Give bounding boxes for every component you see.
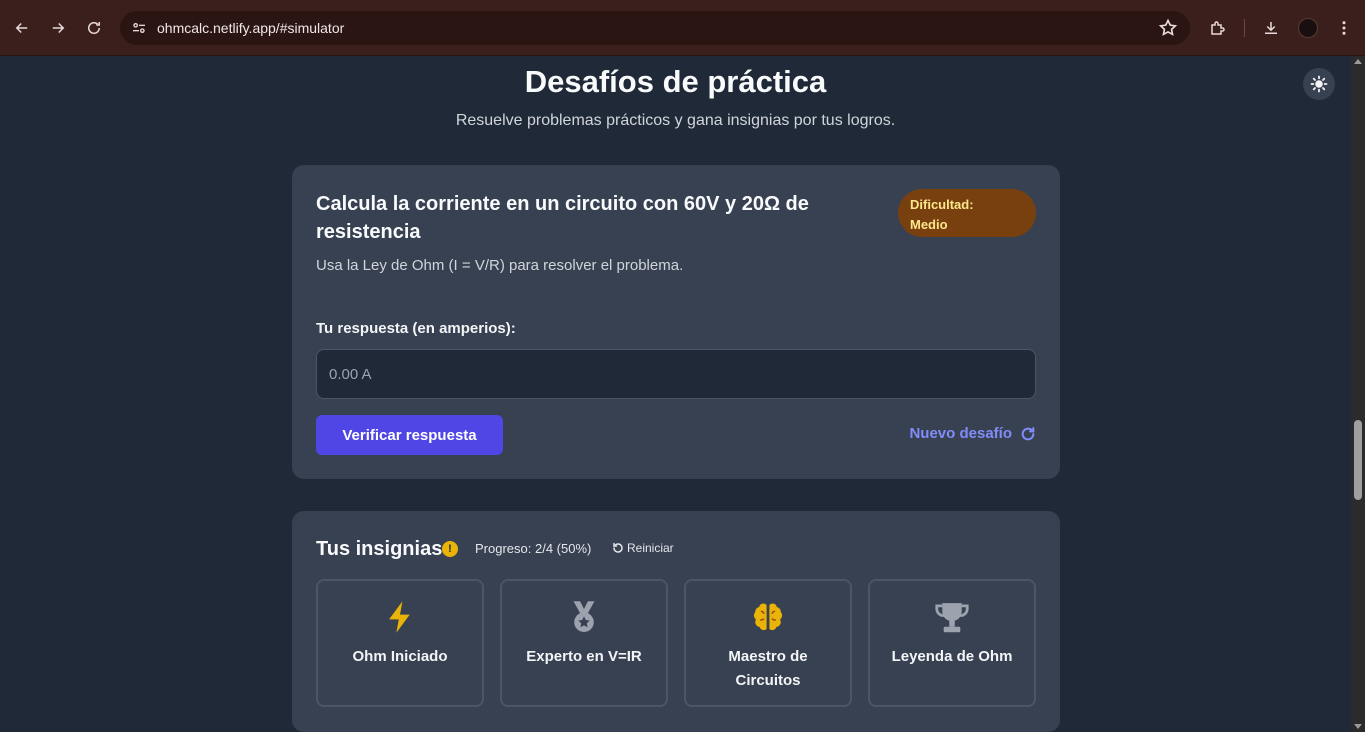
profile-button[interactable] <box>1290 10 1326 46</box>
bookmark-star-icon[interactable] <box>1158 18 1178 38</box>
badge-experto[interactable]: Experto en V=IR <box>500 579 668 707</box>
exclamation-icon: ! <box>442 541 458 557</box>
verify-answer-button[interactable]: Verificar respuesta <box>316 415 503 455</box>
difficulty-label: Dificultad: <box>910 197 974 212</box>
reset-label: Reiniciar <box>627 541 674 555</box>
badge-label: Maestro de Circuitos <box>728 648 808 689</box>
downloads-button[interactable] <box>1253 10 1289 46</box>
url-text: ohmcalc.netlify.app/#simulator <box>157 20 345 36</box>
badge-leyenda[interactable]: Leyenda de Ohm <box>868 579 1036 707</box>
back-button[interactable] <box>4 10 40 46</box>
difficulty-badge: Dificultad: Medio <box>898 189 1036 237</box>
new-challenge-button[interactable]: Nuevo desafío <box>909 425 1036 442</box>
download-icon <box>1265 22 1277 34</box>
answer-input[interactable] <box>316 349 1036 399</box>
badge-maestro[interactable]: Maestro de Circuitos <box>684 579 852 707</box>
undo-icon <box>613 542 623 553</box>
reload-button[interactable] <box>76 10 112 46</box>
page-title: Desafíos de práctica <box>524 64 827 99</box>
challenge-hint: Usa la Ley de Ohm (I = V/R) para resolve… <box>316 257 684 274</box>
arrow-right-icon <box>52 22 65 34</box>
progress-text: Progreso: 2/4 (50%) <box>475 541 592 556</box>
arrow-left-icon <box>15 22 28 34</box>
trophy-icon <box>934 599 970 635</box>
more-vertical-icon <box>1342 21 1346 35</box>
badge-ohm-iniciado[interactable]: Ohm Iniciado <box>316 579 484 707</box>
badge-label: Experto en V=IR <box>526 648 642 665</box>
page-subtitle: Resuelve problemas prácticos y gana insi… <box>455 112 896 129</box>
extensions-button[interactable] <box>1200 10 1236 46</box>
address-bar[interactable]: ohmcalc.netlify.app/#simulator <box>120 11 1190 45</box>
scroll-up-arrow-icon[interactable] <box>1354 59 1362 64</box>
avatar <box>1298 18 1318 38</box>
badges-card: Tus insignias ! Progreso: 2/4 (50%) Rein… <box>292 511 1060 732</box>
bolt-icon <box>382 599 418 635</box>
site-settings-icon[interactable] <box>124 13 154 43</box>
badge-label: Leyenda de Ohm <box>891 648 1013 665</box>
reload-icon <box>88 22 100 34</box>
challenge-title: Calcula la corriente en un circuito con … <box>316 193 809 243</box>
refresh-icon <box>1021 426 1035 440</box>
scrollbar-thumb[interactable] <box>1354 420 1362 500</box>
badge-label: Ohm Iniciado <box>352 648 448 665</box>
difficulty-value: Medio <box>910 217 948 232</box>
answer-label: Tu respuesta (en amperios): <box>316 320 516 337</box>
challenge-card: Calcula la corriente en un circuito con … <box>292 165 1060 479</box>
new-challenge-label: Nuevo desafío <box>909 425 1012 442</box>
puzzle-icon <box>1211 21 1225 35</box>
reset-button[interactable]: Reiniciar <box>612 541 674 555</box>
browser-toolbar: ohmcalc.netlify.app/#simulator <box>0 0 1365 56</box>
toolbar-divider <box>1244 19 1245 37</box>
scroll-down-arrow-icon[interactable] <box>1354 724 1362 729</box>
page-scrollbar[interactable] <box>1351 56 1365 732</box>
medal-icon <box>566 599 602 635</box>
menu-button[interactable] <box>1326 10 1362 46</box>
brain-icon <box>750 599 786 635</box>
badges-title: Tus insignias <box>316 538 443 560</box>
forward-button[interactable] <box>40 10 76 46</box>
